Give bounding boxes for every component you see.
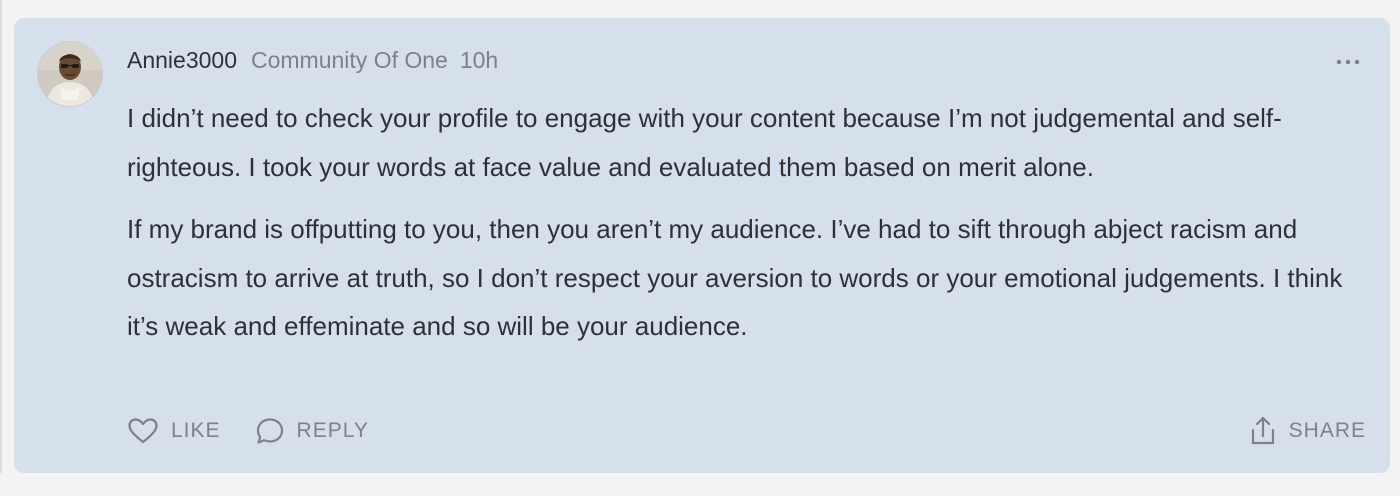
reply-label: REPLY [296, 419, 369, 442]
like-button[interactable]: LIKE [127, 417, 221, 445]
share-upload-icon [1249, 415, 1277, 447]
reply-button[interactable]: REPLY [255, 416, 369, 446]
comment-body: I didn’t need to check your profile to e… [127, 94, 1367, 351]
speech-bubble-icon [255, 416, 285, 446]
share-label: SHARE [1288, 419, 1366, 442]
comment-header: Annie3000 Community Of One 10h [127, 47, 498, 74]
share-button[interactable]: SHARE [1249, 415, 1366, 447]
comment-card: Annie3000 Community Of One 10h I didn’t … [14, 18, 1390, 473]
comment-paragraph: If my brand is offputting to you, then y… [127, 214, 1343, 341]
avatar[interactable] [38, 42, 102, 106]
community-name[interactable]: Community Of One [251, 47, 448, 74]
timestamp[interactable]: 10h [460, 47, 498, 74]
heart-icon [127, 417, 159, 445]
more-dots-icon[interactable] [1334, 54, 1362, 70]
comment-actions: LIKE REPLY SHARE [127, 414, 1366, 448]
author-name[interactable]: Annie3000 [127, 47, 237, 74]
like-label: LIKE [171, 419, 221, 442]
avatar-image [38, 42, 102, 106]
thread-line [0, 0, 2, 473]
comment-paragraph: I didn’t need to check your profile to e… [127, 103, 1282, 182]
